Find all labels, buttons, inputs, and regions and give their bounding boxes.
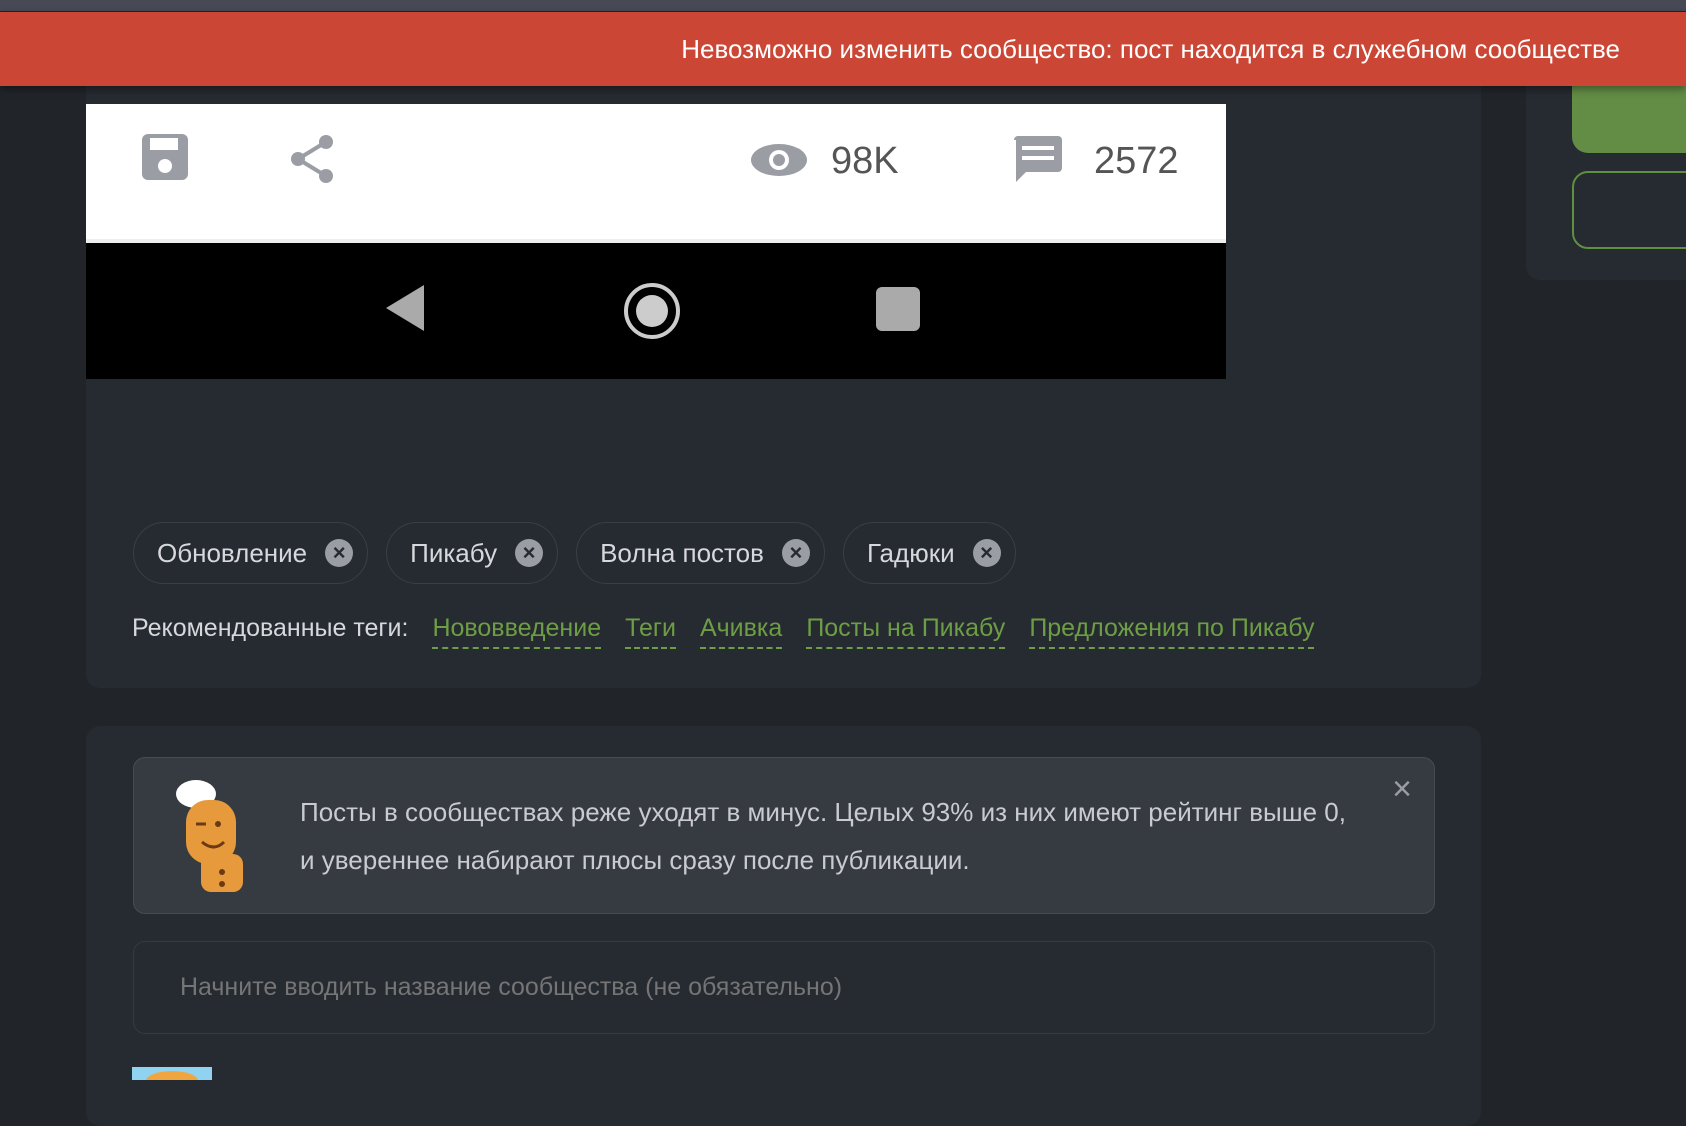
tag-list: Обновление × Пикабу × Волна постов × Гадюки… [133,522,1016,584]
tag-label: Волна постов [600,537,764,568]
save-icon [142,134,188,180]
post-image: 98K 2572 [86,104,1226,379]
tag-chip: Пикабу × [386,522,559,584]
recommended-tag[interactable]: Посты на Пикабу [806,614,1006,649]
recommended-label: Рекомендованные теги: [132,614,409,642]
community-tip: Посты в сообществах реже уходят в минус.… [133,757,1435,914]
error-message: Невозможно изменить сообщество: пост нах… [681,33,1620,64]
recommended-tag[interactable]: Нововведение [432,614,602,649]
remove-tag-icon[interactable]: × [972,539,1001,567]
recommended-tag[interactable]: Теги [625,614,676,649]
remove-tag-icon[interactable]: × [515,539,544,567]
eye-icon [751,144,807,176]
remove-tag-icon[interactable]: × [781,539,810,567]
back-icon [386,285,424,331]
error-banner: Невозможно изменить сообщество: пост нах… [0,12,1686,86]
tag-label: Пикабу [410,537,498,568]
tag-chip: Обновление × [133,522,369,584]
comments-count: 2572 [1094,140,1179,182]
close-icon[interactable]: × [1392,770,1412,809]
secondary-button[interactable] [1572,171,1686,249]
tag-label: Обновление [157,537,308,568]
comment-icon [1014,136,1062,182]
tag-label: Гадюки [866,537,955,568]
tip-text: Посты в сообществах реже уходят в минус.… [300,797,1346,875]
views-count: 98K [831,140,899,182]
share-icon [291,135,333,183]
remove-tag-icon[interactable]: × [325,539,354,567]
community-search-input[interactable] [133,941,1435,1034]
mascot-icon [176,780,243,892]
top-bar [0,0,1686,11]
recommended-tag[interactable]: Предложения по Пикабу [1029,614,1315,649]
home-icon [624,283,680,339]
tag-chip: Волна постов × [576,522,825,584]
tag-chip: Гадюки × [842,522,1016,584]
recents-icon [876,287,920,331]
avatar [132,1067,212,1080]
recommended-tags: Рекомендованные теги: Нововведение Теги … [132,614,1315,649]
recommended-tag[interactable]: Ачивка [699,614,783,649]
